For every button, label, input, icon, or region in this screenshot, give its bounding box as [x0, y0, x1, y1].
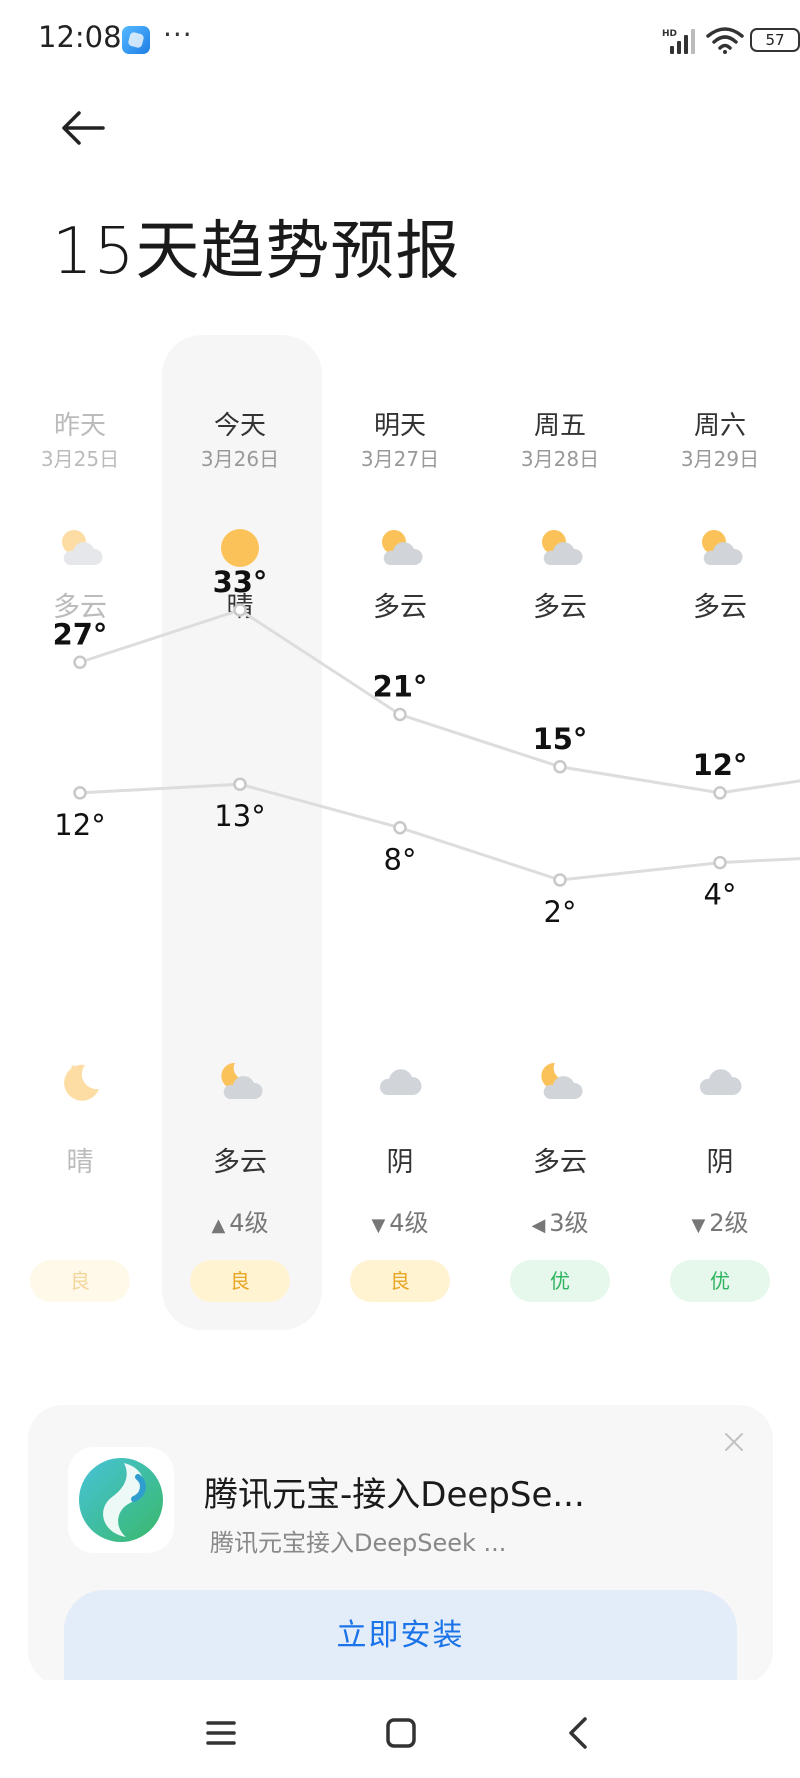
wifi-icon [706, 27, 744, 54]
more-notifications-icon: ··· [163, 18, 193, 51]
home-icon[interactable] [376, 1708, 426, 1758]
status-time: 12:08 [38, 20, 122, 54]
menu-icon[interactable] [196, 1708, 246, 1758]
wind-level: ◀ 3级 [480, 1203, 640, 1238]
night-condition: 多云 [213, 1147, 267, 1178]
back-arrow-icon[interactable] [55, 100, 111, 156]
page-title: 15天趋势预报 [52, 215, 461, 289]
sun-icon [215, 523, 265, 573]
ad-title[interactable]: 腾讯元宝-接入DeepSe... [204, 1467, 585, 1516]
network-badge: HD [662, 29, 677, 39]
close-icon[interactable] [719, 1427, 749, 1457]
forecast-day-2[interactable]: 明天 3月27日多云阴 ▼ 4级良 [320, 335, 480, 1325]
day-date: 3月26日 [200, 447, 280, 471]
partly-cloudy-day-icon [535, 523, 585, 573]
partly-cloudy-day-icon [695, 523, 745, 573]
install-button[interactable]: 立即安装 [64, 1590, 737, 1685]
partly-cloudy-day-icon [55, 523, 105, 573]
day-date: 3月25日 [40, 447, 120, 471]
partly-cloudy-day-icon [375, 523, 425, 573]
battery-icon: 57 [750, 28, 800, 52]
ad-subtitle: 腾讯元宝接入DeepSeek ... [210, 1529, 507, 1557]
night-condition: 阴 [386, 1147, 414, 1178]
wind-direction-icon: ▼ [691, 1215, 706, 1236]
day-condition: 多云 [533, 592, 587, 623]
day-condition: 晴 [226, 592, 254, 623]
day-name: 周六 [693, 411, 746, 441]
aqi-badge[interactable]: 良 [190, 1260, 290, 1302]
notification-app-icon [122, 26, 150, 54]
night-condition: 阴 [706, 1147, 734, 1178]
forecast-trend: 昨天 3月25日 多云晴良今天 3月26日晴多云 ▲ 4级良明天 3月27日 多云阴 ▼ 4级良周… [0, 335, 800, 1335]
cloud-icon [375, 1057, 425, 1107]
ad-card[interactable]: 腾讯元宝-接入DeepSe... 腾讯元宝接入DeepSeek ... 立即安装 [28, 1405, 773, 1685]
wind-direction-icon: ◀ [531, 1215, 546, 1236]
tencent-yuanbao-icon[interactable] [68, 1447, 174, 1553]
day-name: 今天 [213, 411, 266, 441]
wind-level: ▼ 2级 [640, 1203, 800, 1238]
day-name: 明天 [373, 411, 426, 441]
back-icon[interactable] [554, 1708, 604, 1758]
forecast-day-4[interactable]: 周六 3月29日多云阴 ▼ 2级优 [640, 335, 800, 1325]
wind-value: 3级 [549, 1209, 589, 1237]
wind-level: ▼ 4级 [320, 1203, 480, 1238]
day-date: 3月29日 [680, 447, 760, 471]
day-name: 周五 [533, 411, 586, 441]
aqi-badge[interactable]: 优 [510, 1260, 610, 1302]
partly-cloudy-night-icon [535, 1057, 585, 1107]
aqi-badge[interactable]: 优 [670, 1260, 770, 1302]
wind-level: ▲ 4级 [160, 1203, 320, 1238]
partly-cloudy-night-icon [215, 1057, 265, 1107]
night-condition: 多云 [533, 1147, 587, 1178]
cloud-icon [695, 1057, 745, 1107]
day-condition: 多云 [53, 592, 107, 623]
wind-value: 2级 [709, 1209, 749, 1237]
aqi-badge[interactable]: 良 [350, 1260, 450, 1302]
day-condition: 多云 [373, 592, 427, 623]
forecast-day-1[interactable]: 今天 3月26日晴多云 ▲ 4级良 [160, 335, 320, 1325]
wind-direction-icon: ▼ [371, 1215, 386, 1236]
wind-value: 4级 [389, 1209, 429, 1237]
day-condition: 多云 [693, 592, 747, 623]
wind-direction-icon: ▲ [211, 1215, 226, 1236]
navigation-bar [0, 1680, 800, 1778]
forecast-day-3[interactable]: 周五 3月28日 多云 多云 ◀ 3级优 [480, 335, 640, 1325]
day-date: 3月27日 [360, 447, 440, 471]
day-name: 昨天 [53, 411, 106, 441]
night-condition: 晴 [66, 1147, 94, 1178]
day-date: 3月28日 [520, 447, 600, 471]
moon-icon [55, 1057, 105, 1107]
aqi-badge[interactable]: 良 [30, 1260, 130, 1302]
signal-icon: HD [662, 29, 695, 54]
wind-value: 4级 [229, 1209, 269, 1237]
status-bar: 12:08 ··· HD 57 [0, 0, 800, 80]
forecast-day-0[interactable]: 昨天 3月25日多云晴良 [0, 335, 160, 1325]
